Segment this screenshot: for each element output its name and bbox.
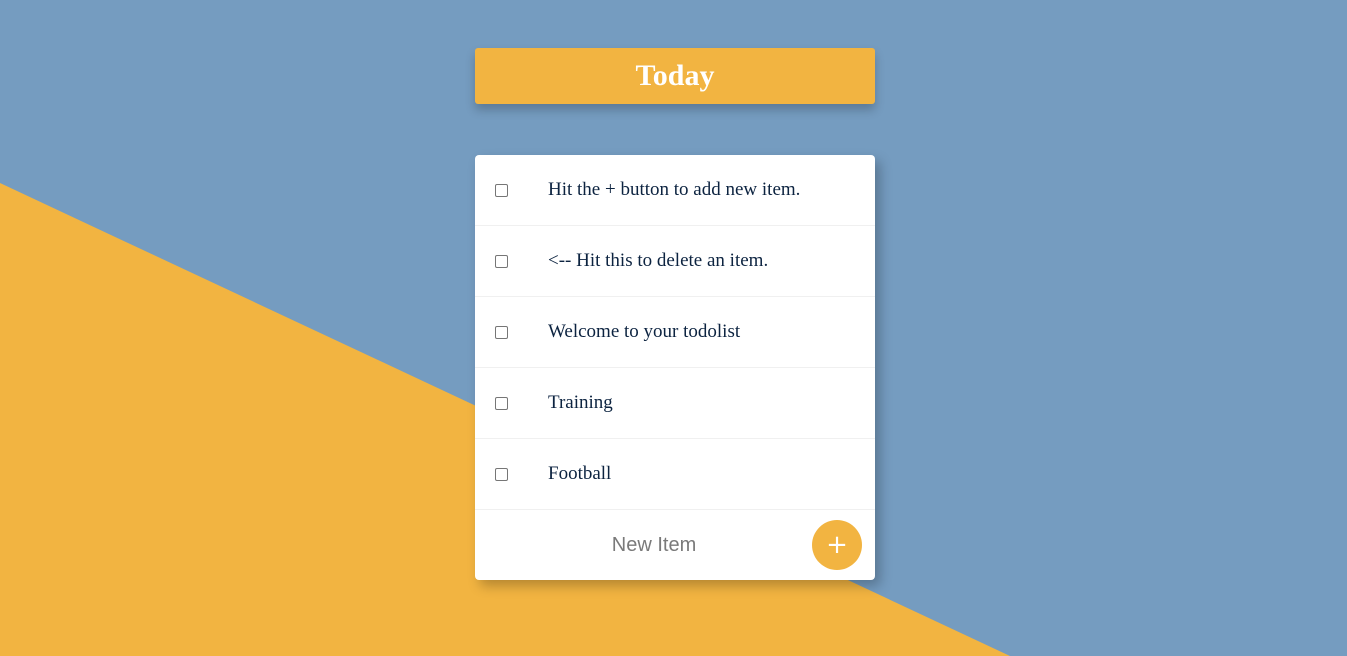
add-item-button[interactable]: +: [812, 520, 862, 570]
todo-list-card: Hit the + button to add new item. <-- Hi…: [475, 155, 875, 580]
heading-box: Today: [475, 48, 875, 104]
todo-item-text: <-- Hit this to delete an item.: [548, 250, 769, 271]
new-item-input[interactable]: [487, 524, 821, 566]
todo-checkbox[interactable]: [495, 325, 508, 339]
todo-item-text: Hit the + button to add new item.: [548, 179, 801, 200]
new-item-form: +: [475, 510, 875, 580]
todo-checkbox[interactable]: [495, 396, 508, 410]
todo-item: Welcome to your todolist: [475, 297, 875, 368]
todo-item-text: Football: [548, 463, 612, 484]
todo-item: Football: [475, 439, 875, 510]
todo-item: Hit the + button to add new item.: [475, 155, 875, 226]
todo-checkbox[interactable]: [495, 254, 508, 268]
todo-checkbox[interactable]: [495, 183, 508, 197]
todo-item: <-- Hit this to delete an item.: [475, 226, 875, 297]
todo-item-text: Training: [548, 392, 613, 413]
todo-item-text: Welcome to your todolist: [548, 321, 741, 342]
todo-checkbox[interactable]: [495, 467, 508, 481]
todo-item: Training: [475, 368, 875, 439]
page-title: Today: [635, 59, 715, 92]
